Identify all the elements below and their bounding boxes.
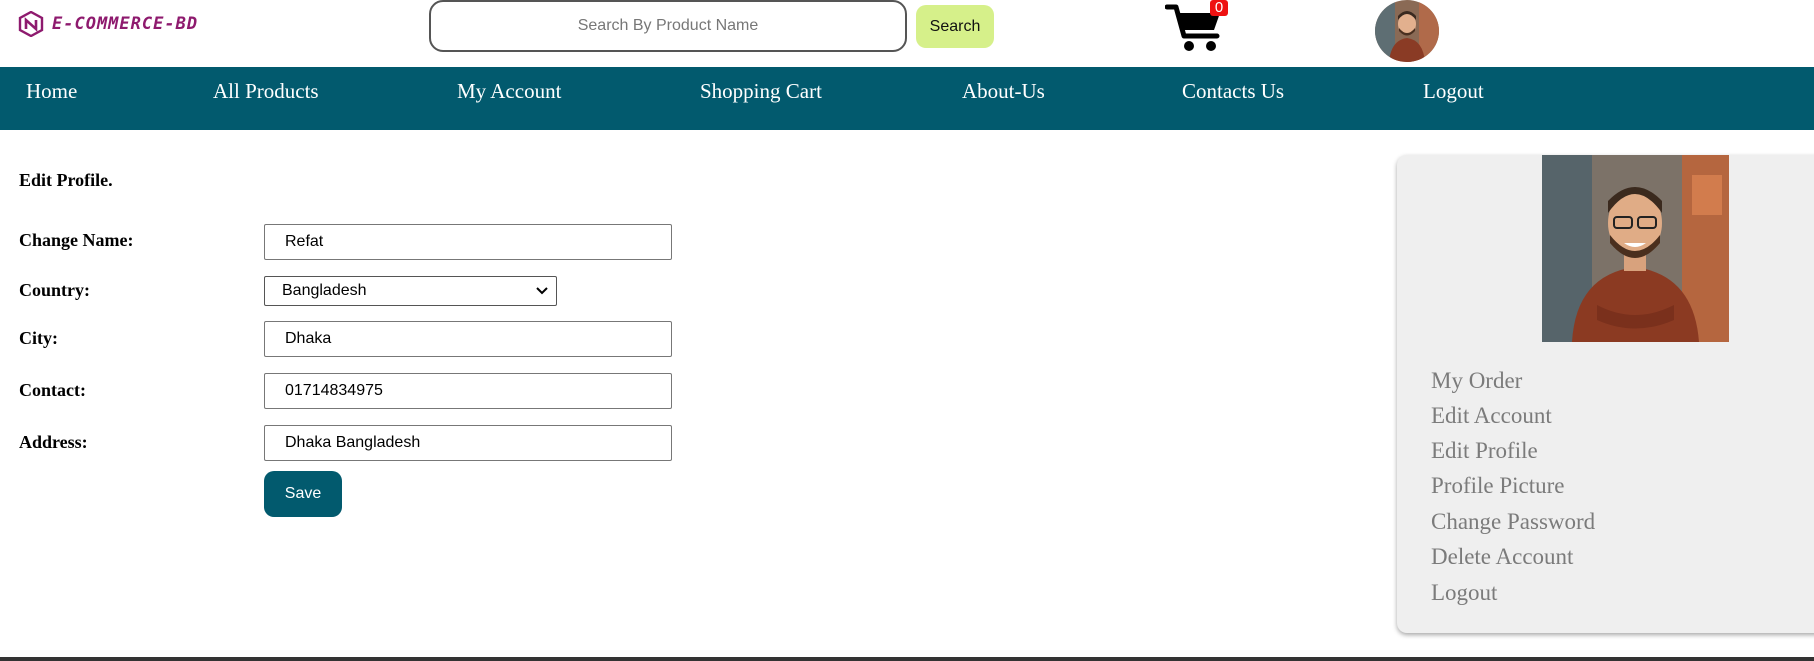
brand-name: E-COMMERCE-BD xyxy=(52,14,199,34)
avatar-photo xyxy=(1375,0,1439,62)
country-label: Country: xyxy=(19,280,90,300)
sidebar-logout[interactable]: Logout xyxy=(1431,580,1497,606)
city-field[interactable] xyxy=(264,321,672,357)
sidebar-my-order[interactable]: My Order xyxy=(1431,368,1522,394)
top-bar: E-COMMERCE-BD Search 0 xyxy=(0,0,1814,67)
name-field[interactable] xyxy=(264,224,672,260)
user-avatar[interactable] xyxy=(1375,0,1439,62)
nav-home[interactable]: Home xyxy=(26,79,77,104)
main-nav: Home All Products My Account Shopping Ca… xyxy=(0,67,1814,130)
sidebar-change-password[interactable]: Change Password xyxy=(1431,509,1595,535)
address-label: Address: xyxy=(19,432,88,452)
footer-divider xyxy=(0,657,1814,661)
sidebar-delete-account[interactable]: Delete Account xyxy=(1431,544,1573,570)
form-title: Edit Profile. xyxy=(19,170,113,190)
sidebar-edit-profile[interactable]: Edit Profile xyxy=(1431,438,1538,464)
profile-photo-image xyxy=(1542,155,1729,342)
name-label: Change Name: xyxy=(19,230,134,250)
city-label: City: xyxy=(19,328,58,348)
country-selected-value: Bangladesh xyxy=(282,282,367,299)
search-input[interactable] xyxy=(429,0,907,52)
nav-contacts-us[interactable]: Contacts Us xyxy=(1182,79,1284,104)
contact-field[interactable] xyxy=(264,373,672,409)
profile-photo xyxy=(1542,155,1729,342)
search-button[interactable]: Search xyxy=(916,5,994,48)
nav-logout[interactable]: Logout xyxy=(1423,79,1484,104)
save-button[interactable]: Save xyxy=(264,471,342,517)
address-field[interactable] xyxy=(264,425,672,461)
cart-count-badge: 0 xyxy=(1210,0,1228,16)
sidebar-edit-account[interactable]: Edit Account xyxy=(1431,403,1552,429)
brand-logo[interactable]: E-COMMERCE-BD xyxy=(18,11,198,37)
country-select[interactable]: Bangladesh xyxy=(264,276,557,306)
nav-about-us[interactable]: About-Us xyxy=(962,79,1045,104)
contact-label: Contact: xyxy=(19,380,86,400)
nav-my-account[interactable]: My Account xyxy=(457,79,561,104)
chevron-down-icon xyxy=(536,287,548,295)
nav-all-products[interactable]: All Products xyxy=(213,79,319,104)
logo-icon xyxy=(18,11,44,37)
nav-shopping-cart[interactable]: Shopping Cart xyxy=(700,79,822,104)
sidebar-profile-picture[interactable]: Profile Picture xyxy=(1431,473,1565,499)
